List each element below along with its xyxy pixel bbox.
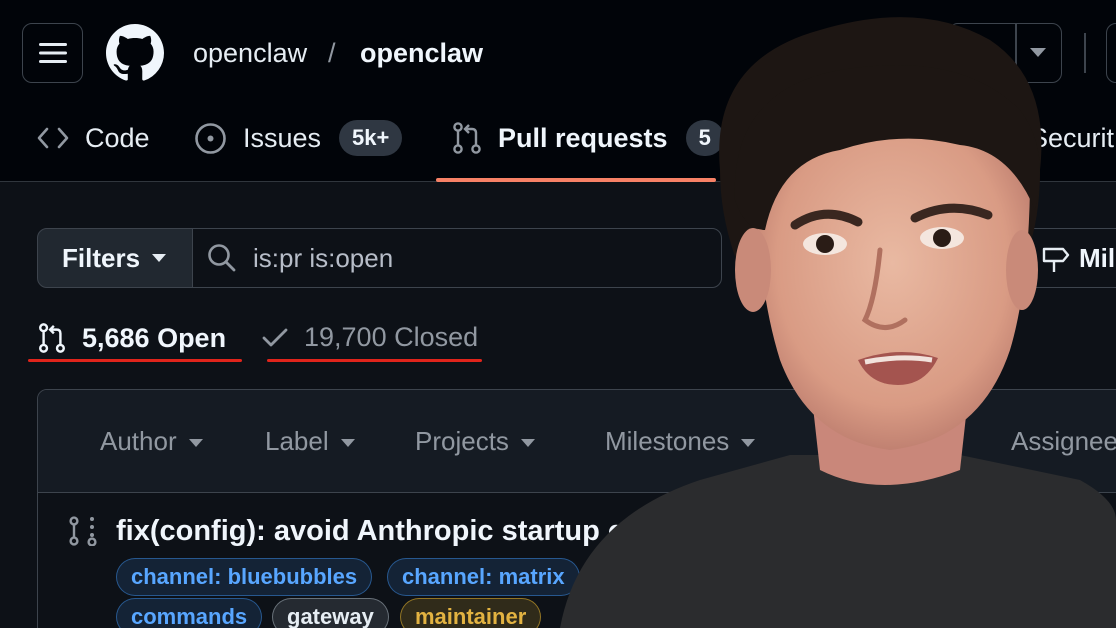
tab-issues[interactable]: Issues 5k+ xyxy=(194,112,403,164)
projects-filter-label: Projects xyxy=(415,426,509,456)
issue-opened-icon xyxy=(195,122,226,154)
filters-dropdown-button[interactable]: Filters xyxy=(37,228,193,288)
open-count-label: 5,686 Open xyxy=(82,322,227,353)
chevron-down-icon xyxy=(188,439,203,448)
presenter-overlay xyxy=(560,17,1116,628)
github-logo-icon[interactable] xyxy=(106,24,164,82)
label-pill[interactable]: maintainer xyxy=(400,598,542,628)
projects-filter[interactable]: Projects xyxy=(415,426,535,457)
open-state-toggle[interactable]: 5,686 Open xyxy=(38,322,226,354)
check-icon xyxy=(262,328,288,346)
chevron-down-icon xyxy=(152,254,167,262)
tab-code-label: Code xyxy=(85,122,150,153)
author-filter-label: Author xyxy=(100,426,177,456)
label-pill[interactable]: commands xyxy=(116,598,263,628)
hamburger-icon xyxy=(38,43,67,63)
author-filter[interactable]: Author xyxy=(100,426,203,457)
git-pull-request-icon xyxy=(39,323,65,353)
draft-pull-request-icon xyxy=(69,516,97,546)
breadcrumb-owner-link[interactable]: openclaw xyxy=(193,38,307,69)
closed-state-toggle[interactable]: 19,700 Closed xyxy=(262,322,478,353)
breadcrumb-separator: / xyxy=(328,38,336,68)
label-pill[interactable]: channel: bluebubbles xyxy=(116,558,373,596)
tab-issues-label: Issues xyxy=(243,122,322,153)
breadcrumb-repo-link[interactable]: openclaw xyxy=(360,38,483,69)
issues-count-badge: 5k+ xyxy=(339,120,403,156)
annotation-underline-closed xyxy=(267,359,482,362)
filters-label: Filters xyxy=(62,242,141,273)
search-icon xyxy=(208,244,236,272)
hamburger-menu-button[interactable] xyxy=(22,23,83,83)
closed-count-label: 19,700 Closed xyxy=(304,322,479,352)
code-icon xyxy=(37,127,69,149)
tab-code[interactable]: Code xyxy=(37,112,150,164)
label-filter[interactable]: Label xyxy=(265,426,355,457)
annotation-underline-open xyxy=(28,359,242,362)
chevron-down-icon xyxy=(520,439,535,448)
search-query-text: is:pr is:open xyxy=(253,242,394,273)
label-pill[interactable]: gateway xyxy=(272,598,389,628)
chevron-down-icon xyxy=(340,439,355,448)
label-filter-label: Label xyxy=(265,426,329,456)
git-pull-request-icon xyxy=(453,122,481,154)
